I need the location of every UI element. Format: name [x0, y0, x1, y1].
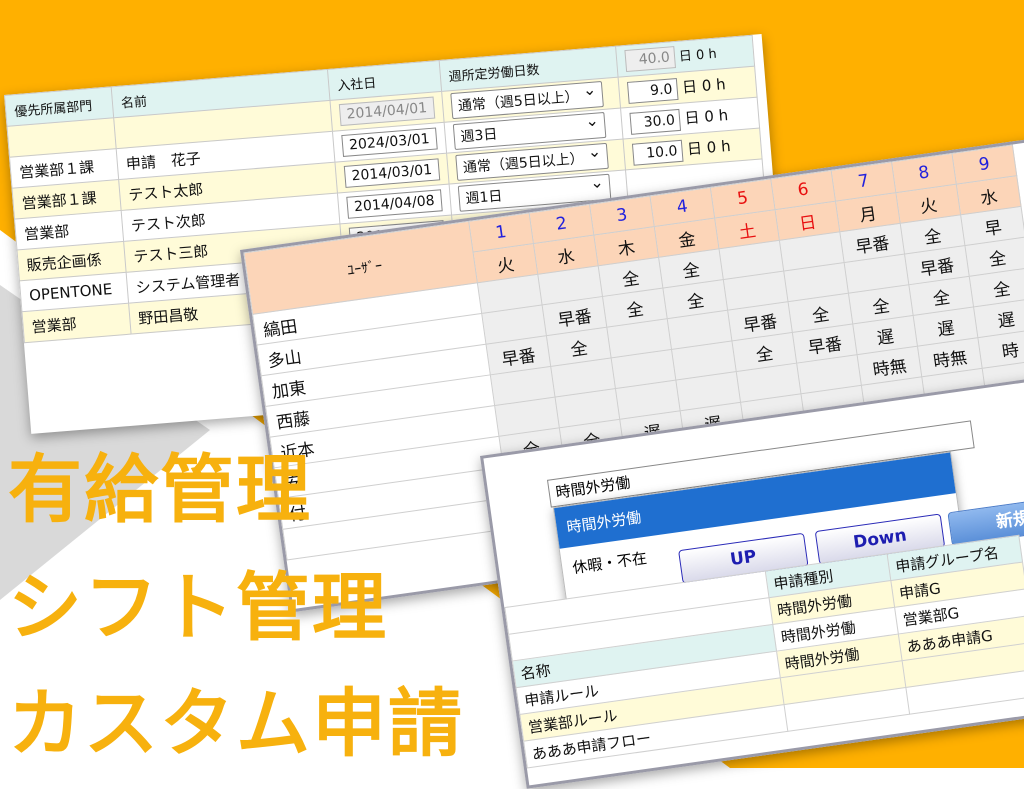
hours-value: 0 h	[695, 46, 718, 64]
days-unit: 日	[686, 138, 703, 158]
join-date-input[interactable]: 2014/04/01	[338, 96, 435, 127]
join-date-input[interactable]: 2024/03/01	[341, 127, 438, 158]
days-unit: 日	[683, 107, 701, 127]
leave-days-input[interactable]: 30.0	[629, 108, 681, 135]
days-unit: 日	[678, 48, 693, 65]
headline-shift: シフト管理	[8, 565, 388, 651]
headline-paid-leave: 有給管理	[8, 447, 312, 533]
days-unit: 日	[681, 76, 698, 97]
leave-days-input[interactable]: 9.0	[626, 77, 679, 104]
headline-custom-app: カスタム申請	[8, 681, 464, 767]
leave-days-input[interactable]: 10.0	[631, 139, 684, 166]
leave-days-input[interactable]: 40.0	[624, 46, 676, 73]
join-date-input[interactable]: 2014/04/08	[346, 189, 443, 219]
hours-value: 0 h	[701, 74, 727, 95]
hours-value: 0 h	[703, 105, 729, 126]
hours-value: 0 h	[706, 136, 732, 157]
join-date-input[interactable]: 2014/03/01	[343, 158, 440, 188]
